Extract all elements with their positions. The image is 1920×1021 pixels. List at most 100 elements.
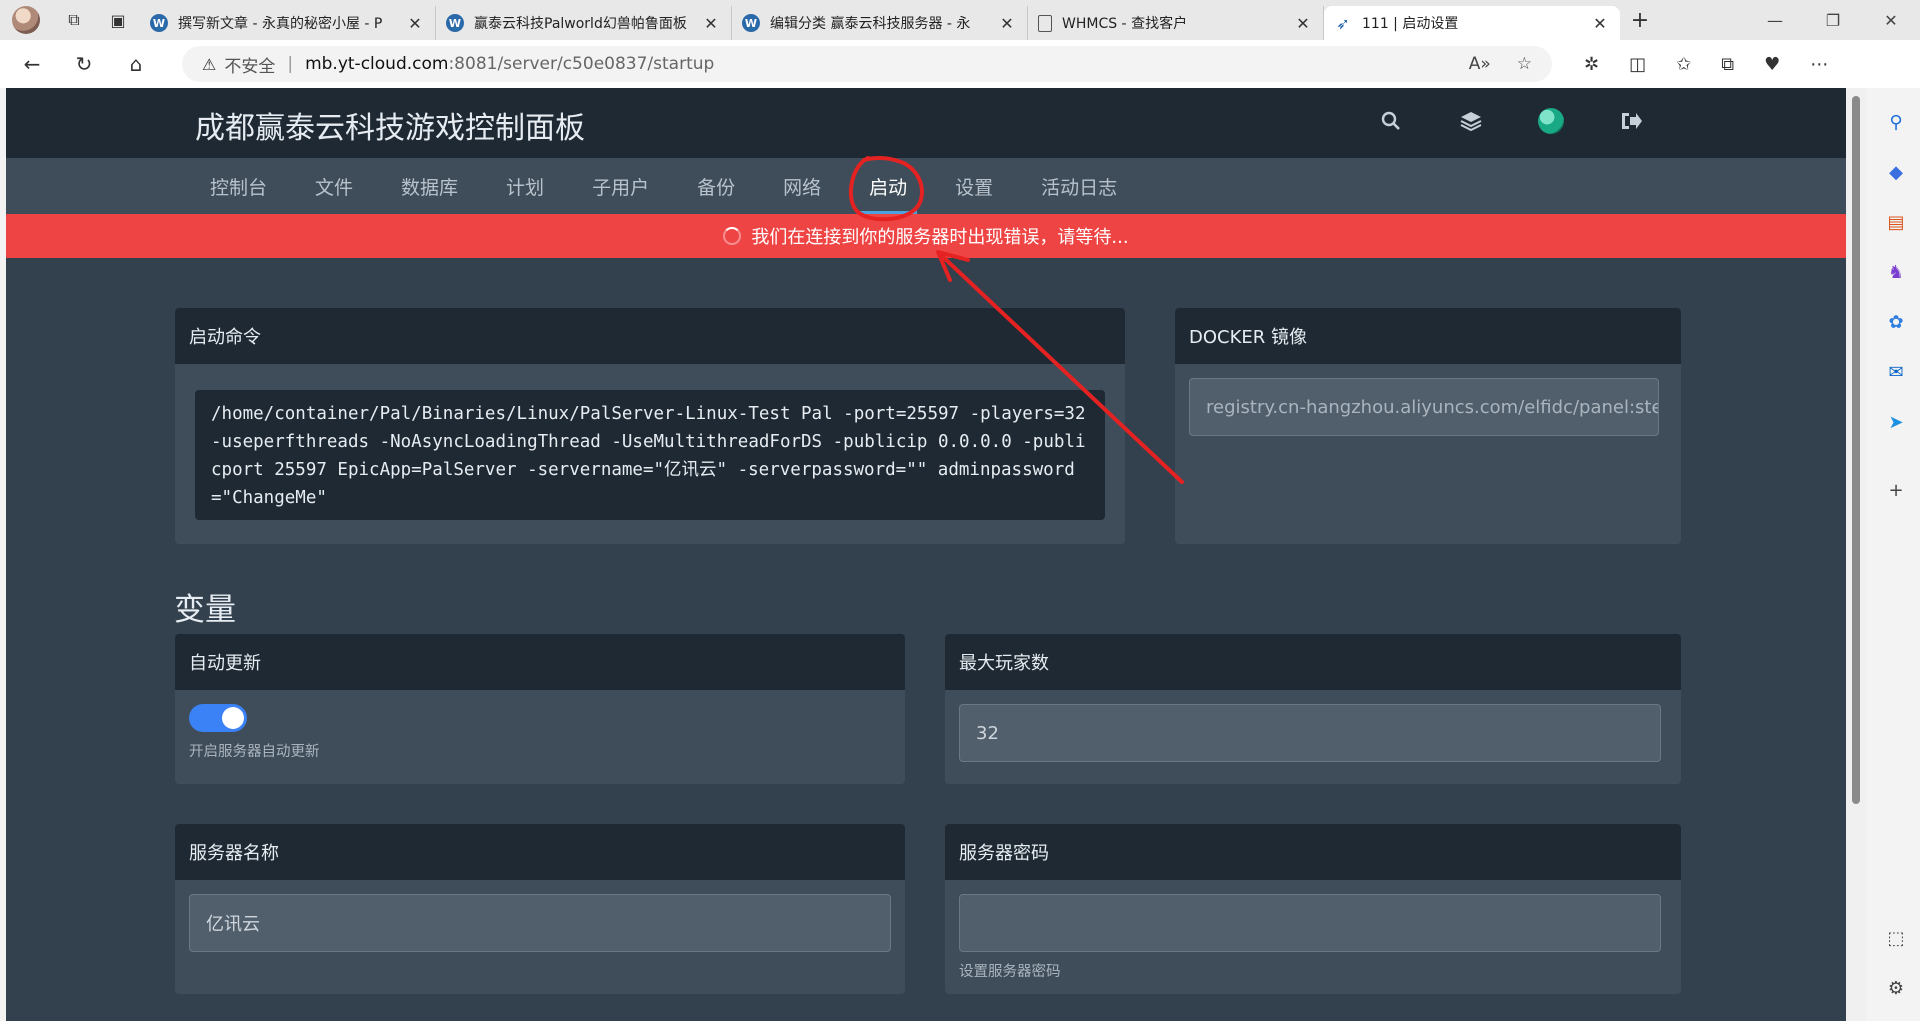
nav-startup[interactable]: 启动 (845, 158, 931, 214)
url-path: :8081/server/c50e0837/startup (448, 54, 715, 74)
favorite-star-icon[interactable]: ☆ (1517, 54, 1532, 74)
max-players-card: 最大玩家数 32 (945, 634, 1681, 784)
variables-heading: 变量 (174, 592, 236, 628)
server-password-helper: 设置服务器密码 (959, 964, 1061, 980)
browser-tab-4[interactable]: WHMCS - 查找客户 ✕ (1028, 6, 1324, 40)
browser-tab-1[interactable]: W 撰写新文章 - 永真的秘密小屋 - P ✕ (140, 6, 436, 40)
nav-databases[interactable]: 数据库 (377, 158, 482, 214)
server-nav: 控制台 文件 数据库 计划 子用户 备份 网络 启动 设置 活动日志 (6, 158, 1846, 214)
sidebar-settings-icon[interactable]: ⚙ (1880, 972, 1912, 1004)
tab-title: 撰写新文章 - 永真的秘密小屋 - P (178, 16, 383, 32)
server-password-title: 服务器密码 (945, 824, 1681, 880)
connection-error-banner: 我们在连接到你的服务器时出现错误，请等待... (6, 214, 1846, 258)
panel-brand[interactable]: 成都赢泰云科技游戏控制面板 (195, 103, 585, 147)
sidebar-send-icon[interactable]: ➤ (1880, 406, 1912, 438)
browser-toolbar: ← ↻ ⌂ ⚠ 不安全 | mb.yt-cloud.com:8081/serve… (0, 40, 1920, 88)
server-name-card: 服务器名称 亿讯云 (175, 824, 905, 994)
nav-activity[interactable]: 活动日志 (1017, 158, 1141, 214)
collections-icon[interactable]: ⧉ (1721, 54, 1734, 75)
tab-actions-icon[interactable]: ▣ (96, 0, 140, 40)
profile-avatar (12, 6, 40, 34)
docker-image-field[interactable]: registry.cn-hangzhou.aliyuncs.com/elfidc… (1189, 378, 1659, 436)
sidebar-games-icon[interactable]: ♞ (1880, 256, 1912, 288)
browser-tab-2[interactable]: W 赢泰云科技Palworld幻兽帕鲁面板 ✕ (436, 6, 732, 40)
browser-tab-strip: ⧉ ▣ W 撰写新文章 - 永真的秘密小屋 - P ✕ W 赢泰云科技Palwo… (0, 0, 1920, 40)
profile-button[interactable] (0, 0, 52, 40)
logout-icon[interactable] (1616, 106, 1646, 136)
close-tab-icon[interactable]: ✕ (405, 14, 425, 33)
pterodactyl-icon: ➶ (1336, 13, 1350, 33)
startup-command-text: /home/container/Pal/Binaries/Linux/PalSe… (195, 390, 1105, 520)
minimize-icon[interactable]: — (1746, 0, 1804, 40)
sidebar-copilot-icon[interactable]: ✿ (1880, 306, 1912, 338)
header-icons (1376, 106, 1646, 136)
browser-tool-icons: ✲ ◫ ✩ ⧉ ♥ ⋯ (1584, 40, 1828, 88)
nav-settings[interactable]: 设置 (931, 158, 1017, 214)
nav-files[interactable]: 文件 (291, 158, 377, 214)
tab-title: 编辑分类 赢泰云科技服务器 - 永 (770, 16, 971, 32)
wordpress-icon: W (150, 14, 168, 32)
home-icon[interactable]: ⌂ (112, 44, 160, 84)
extensions-icon[interactable]: ✲ (1584, 54, 1599, 75)
workspaces-icon[interactable]: ⧉ (52, 0, 96, 40)
nav-backups[interactable]: 备份 (673, 158, 759, 214)
tab-title: WHMCS - 查找客户 (1062, 16, 1188, 32)
browser-tab-3[interactable]: W 编辑分类 赢泰云科技服务器 - 永 ✕ (732, 6, 1028, 40)
auto-update-helper: 开启服务器自动更新 (189, 744, 320, 760)
address-separator: | (287, 54, 294, 74)
nav-network[interactable]: 网络 (759, 158, 845, 214)
refresh-icon[interactable]: ↻ (60, 44, 108, 84)
nav-users[interactable]: 子用户 (568, 158, 673, 214)
panel-header: 成都赢泰云科技游戏控制面板 (6, 88, 1846, 158)
docker-image-title: DOCKER 镜像 (1175, 308, 1681, 364)
browser-tab-5[interactable]: ➶ 111 | 启动设置 ✕ (1324, 6, 1620, 40)
close-tab-icon[interactable]: ✕ (701, 14, 721, 33)
favorites-icon[interactable]: ✩ (1676, 54, 1691, 75)
page-scrollbar[interactable] (1846, 88, 1866, 1021)
startup-command-card: 启动命令 /home/container/Pal/Binaries/Linux/… (175, 308, 1125, 544)
max-players-input[interactable]: 32 (959, 704, 1661, 762)
window-controls: — ❐ ✕ (1746, 0, 1920, 40)
server-name-input[interactable]: 亿讯云 (189, 894, 891, 952)
sidebar-tools-icon[interactable]: ▤ (1880, 206, 1912, 238)
error-message: 我们在连接到你的服务器时出现错误，请等待... (751, 227, 1129, 248)
close-tab-icon[interactable]: ✕ (1590, 14, 1610, 33)
wordpress-icon: W (446, 14, 464, 32)
restore-icon[interactable]: ❐ (1804, 0, 1862, 40)
nav-schedules[interactable]: 计划 (482, 158, 568, 214)
max-players-title: 最大玩家数 (945, 634, 1681, 690)
read-aloud-icon[interactable]: A» (1469, 54, 1491, 74)
tab-title: 赢泰云科技Palworld幻兽帕鲁面板 (474, 16, 687, 32)
close-tab-icon[interactable]: ✕ (997, 14, 1017, 33)
split-screen-icon[interactable]: ◫ (1629, 54, 1646, 75)
docker-image-card: DOCKER 镜像 registry.cn-hangzhou.aliyuncs.… (1175, 308, 1681, 544)
sidebar-outlook-icon[interactable]: ✉ (1880, 356, 1912, 388)
layers-icon[interactable] (1456, 106, 1486, 136)
server-name-title: 服务器名称 (175, 824, 905, 880)
server-password-input[interactable] (959, 894, 1661, 952)
back-icon[interactable]: ← (8, 44, 56, 84)
more-menu-icon[interactable]: ⋯ (1810, 54, 1828, 75)
nav-console[interactable]: 控制台 (186, 158, 291, 214)
warning-icon: ⚠ (202, 54, 217, 74)
close-tab-icon[interactable]: ✕ (1293, 14, 1313, 33)
sidebar-add-icon[interactable]: + (1880, 474, 1912, 506)
server-password-card: 服务器密码 设置服务器密码 (945, 824, 1681, 994)
scrollbar-thumb[interactable] (1852, 96, 1860, 804)
tab-title: 111 | 启动设置 (1362, 16, 1459, 32)
search-icon[interactable] (1376, 106, 1406, 136)
auto-update-toggle[interactable] (189, 704, 247, 732)
sidebar-shopping-icon[interactable]: ◆ (1880, 156, 1912, 188)
new-tab-icon[interactable]: + (1620, 8, 1660, 33)
address-bar[interactable]: ⚠ 不安全 | mb.yt-cloud.com:8081/server/c50e… (182, 46, 1552, 82)
insecure-label: 不安全 (224, 56, 276, 77)
user-avatar-icon[interactable] (1536, 106, 1566, 136)
sidebar-search-icon[interactable]: ⚲ (1880, 106, 1912, 138)
page-viewport: 成都赢泰云科技游戏控制面板 控制台 文件 数据库 计划 子用户 备份 网络 启动… (6, 88, 1846, 1021)
sidebar-screenshot-icon[interactable]: ⬚ (1880, 922, 1912, 954)
browser-sidebar: ⚲ ◆ ▤ ♞ ✿ ✉ ➤ + ⬚ ⚙ (1872, 88, 1920, 1021)
auto-update-title: 自动更新 (175, 634, 905, 690)
close-window-icon[interactable]: ✕ (1862, 0, 1920, 40)
browser-essentials-icon[interactable]: ♥ (1764, 54, 1780, 75)
address-bar-actions: A» ☆ (1469, 46, 1532, 82)
